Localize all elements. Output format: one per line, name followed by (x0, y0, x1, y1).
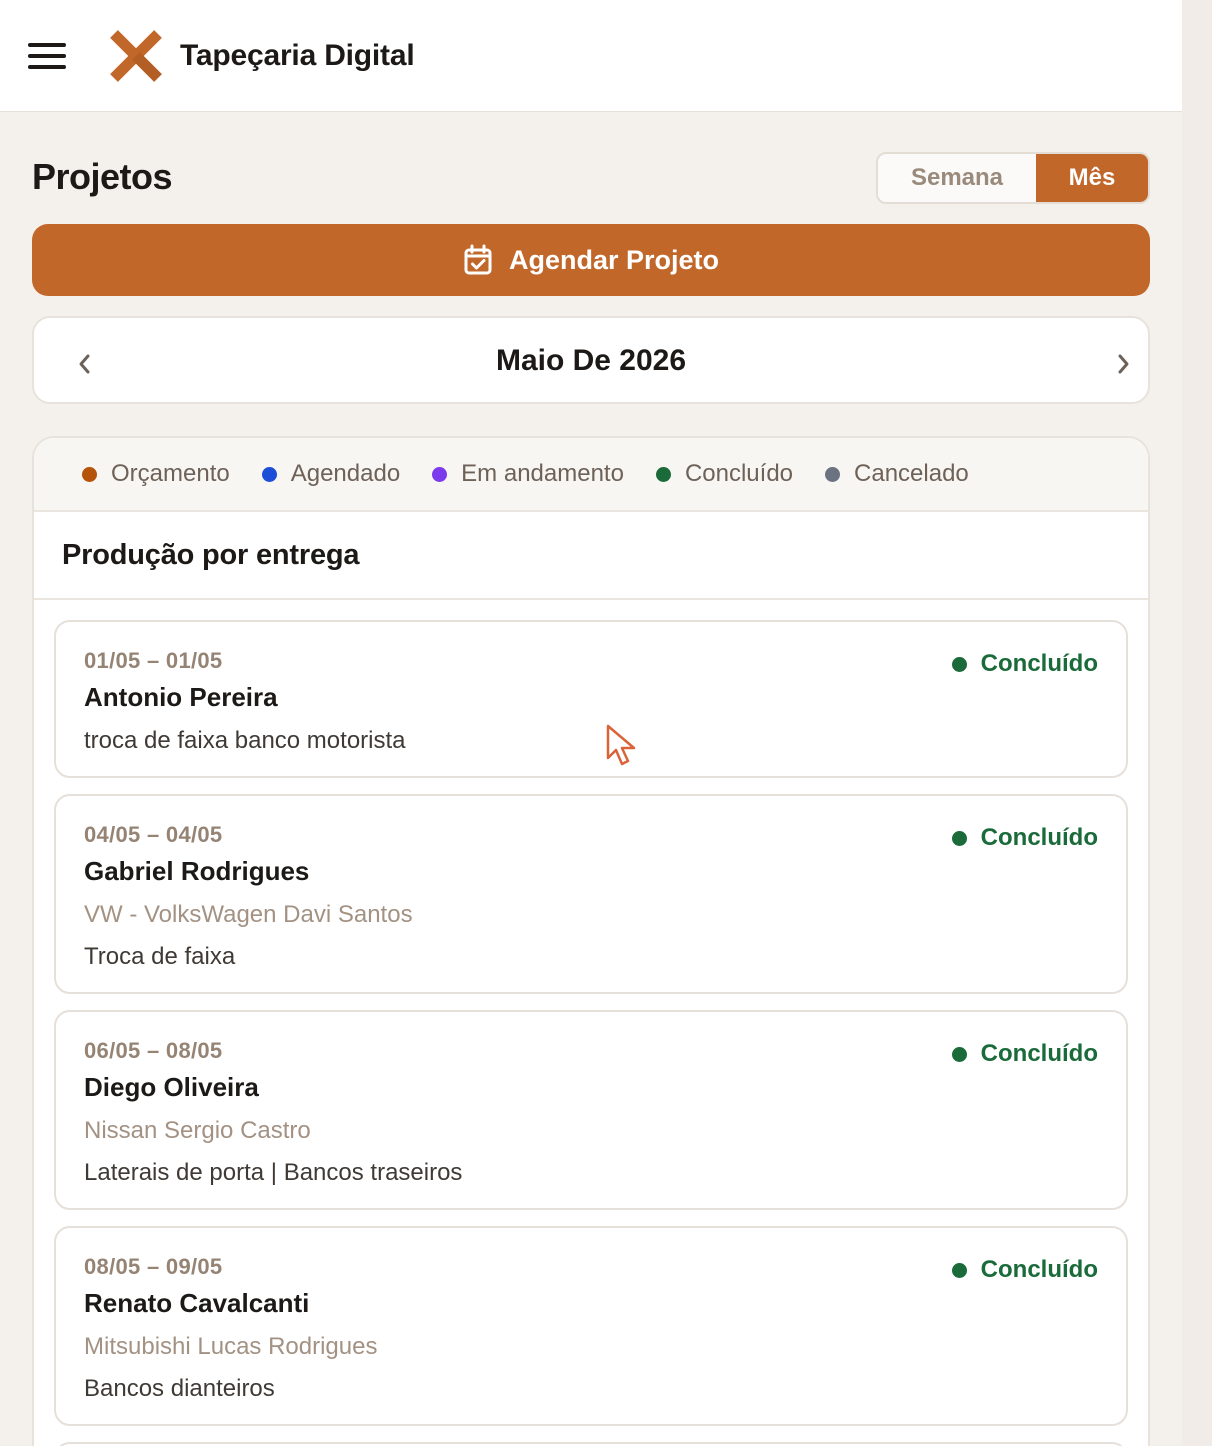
legend-item-cancelado: Cancelado (825, 460, 969, 488)
status-dot-icon (951, 830, 967, 846)
legend-label: Agendado (290, 460, 401, 487)
project-dates: 04/05 – 04/05 (84, 822, 223, 847)
project-card[interactable]: 04/05 – 04/05 Gabriel Rodrigues VW - Vol… (54, 794, 1128, 994)
legend-item-orcamento: Orçamento (82, 460, 230, 488)
legend-label: Cancelado (854, 460, 969, 487)
app-root: Tapeçaria Digital Projetos Semana Mês Ag… (0, 0, 1182, 1446)
brand-name: Tapeçaria Digital (180, 38, 415, 72)
legend-label: Concluído (684, 460, 794, 487)
schedule-project-button[interactable]: Agendar Projeto (32, 224, 1150, 296)
project-client: Gabriel Rodrigues (84, 856, 310, 886)
current-month-title: Maio De 2026 (495, 344, 687, 377)
legend-dot-icon (432, 466, 448, 482)
project-dates: 08/05 – 09/05 (84, 1254, 223, 1279)
status-badge: Concluído (951, 650, 1098, 678)
project-vehicle: VW - VolksWagen Davi Santos (84, 901, 413, 928)
projects-panel: Orçamento Agendado Em andamento Concluíd… (32, 436, 1150, 1446)
page-heading-row: Projetos Semana Mês (32, 152, 1150, 204)
project-client: Antonio Pereira (84, 682, 278, 712)
section-header: Produção por entrega (34, 512, 1148, 600)
scrollbar-track[interactable] (1182, 0, 1212, 1446)
project-vehicle: Mitsubishi Lucas Rodrigues (84, 1333, 378, 1360)
project-card[interactable] (54, 1442, 1128, 1446)
view-month-tab[interactable]: Mês (1036, 154, 1148, 202)
legend-dot-icon (655, 466, 671, 482)
project-card[interactable]: 06/05 – 08/05 Diego Oliveira Nissan Serg… (54, 1010, 1128, 1210)
status-dot-icon (951, 656, 967, 672)
section-title: Produção por entrega (62, 538, 360, 571)
project-dates: 01/05 – 01/05 (84, 648, 223, 673)
status-label: Concluído (980, 1256, 1098, 1283)
schedule-project-label: Agendar Projeto (508, 244, 720, 275)
legend-item-concluido: Concluído (655, 460, 794, 488)
legend-dot-icon (82, 466, 97, 482)
legend-dot-icon (261, 466, 277, 482)
legend-item-agendado: Agendado (261, 460, 401, 488)
project-card[interactable]: 01/05 – 01/05 Antonio Pereira troca de f… (54, 620, 1128, 778)
legend-item-em-andamento: Em andamento (432, 460, 624, 488)
calendar-check-icon (464, 244, 492, 275)
project-service: troca de faixa banco motorista (84, 727, 406, 754)
status-label: Concluído (980, 1040, 1098, 1067)
status-dot-icon (951, 1046, 967, 1062)
status-dot-icon (951, 1262, 967, 1278)
project-card[interactable]: 08/05 – 09/05 Renato Cavalcanti Mitsubis… (54, 1226, 1128, 1426)
project-list: 01/05 – 01/05 Antonio Pereira troca de f… (34, 600, 1148, 1446)
status-badge: Concluído (951, 1040, 1098, 1068)
legend-label: Em andamento (461, 460, 624, 487)
view-toggle: Semana Mês (876, 152, 1150, 204)
logo-icon (110, 29, 162, 82)
project-service: Troca de faixa (84, 943, 236, 970)
status-label: Concluído (980, 650, 1098, 677)
status-badge: Concluído (951, 824, 1098, 852)
legend-label: Orçamento (111, 460, 230, 487)
month-navigator: Maio De 2026 (32, 316, 1150, 404)
top-bar: Tapeçaria Digital (0, 0, 1182, 112)
project-dates: 06/05 – 08/05 (84, 1038, 223, 1063)
status-legend: Orçamento Agendado Em andamento Concluíd… (34, 438, 1148, 512)
project-vehicle: Nissan Sergio Castro (84, 1117, 311, 1144)
next-month-button[interactable] (1110, 350, 1138, 378)
project-client: Renato Cavalcanti (84, 1288, 310, 1318)
menu-icon[interactable] (28, 36, 68, 76)
project-client: Diego Oliveira (84, 1072, 259, 1102)
status-label: Concluído (980, 824, 1098, 851)
view-week-tab[interactable]: Semana (878, 154, 1036, 202)
project-service: Laterais de porta | Bancos traseiros (84, 1159, 463, 1186)
status-badge: Concluído (951, 1256, 1098, 1284)
project-service: Bancos dianteiros (84, 1375, 275, 1402)
legend-dot-icon (825, 466, 841, 482)
page-title: Projetos (32, 156, 173, 197)
chevron-right-icon (1118, 354, 1129, 374)
